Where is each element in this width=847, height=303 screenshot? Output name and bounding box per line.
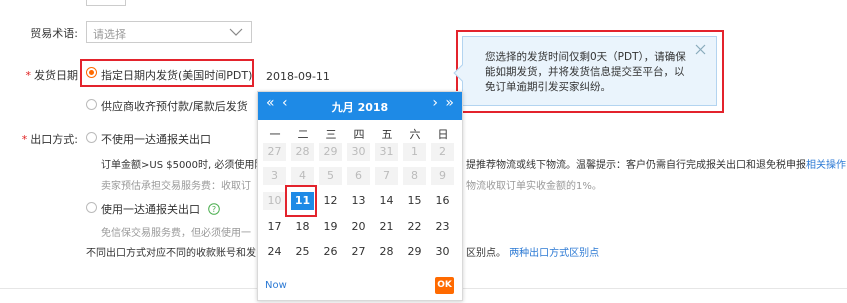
- ok-button[interactable]: OK: [435, 277, 454, 294]
- calendar-day[interactable]: 29: [403, 243, 426, 261]
- calendar-day[interactable]: 14: [375, 192, 398, 210]
- ship-date-option2-label[interactable]: 供应商收齐预付款/尾款后发货: [101, 98, 248, 114]
- calendar-day[interactable]: 23: [431, 218, 454, 236]
- calendar-day[interactable]: 25: [291, 243, 314, 261]
- calendar-day: 2: [431, 143, 454, 161]
- weekday-header: 六: [409, 128, 421, 141]
- calendar-day[interactable]: 26: [319, 243, 342, 261]
- calendar-day[interactable]: 12: [319, 192, 342, 210]
- calendar-day[interactable]: 18: [291, 218, 314, 236]
- calendar-day[interactable]: 28: [375, 243, 398, 261]
- ship-date-input[interactable]: 2018-09-11: [257, 63, 463, 89]
- calendar-day: 29: [319, 143, 342, 161]
- calendar-day: 1: [403, 143, 426, 161]
- export-option1-radio[interactable]: [86, 132, 97, 143]
- calendar-day: 7: [375, 167, 398, 185]
- calendar-day: 5: [319, 167, 342, 185]
- calendar-day: 27: [263, 143, 286, 161]
- calendar-day[interactable]: 21: [375, 218, 398, 236]
- calendar-day[interactable]: 17: [263, 218, 286, 236]
- help-circle-icon[interactable]: ?: [207, 202, 220, 218]
- calendar-day: 30: [347, 143, 370, 161]
- double-chevron-right-icon[interactable]: »: [445, 95, 454, 111]
- close-icon[interactable]: [695, 44, 706, 58]
- calendar-day[interactable]: 20: [347, 218, 370, 236]
- chevron-down-icon: [229, 25, 243, 42]
- footnote-b: 区别点。 两种出口方式区别点: [466, 248, 600, 259]
- weekday-header: 二: [297, 128, 309, 141]
- calendar-day: 10: [263, 192, 286, 210]
- export-option1-desc-b: 提推荐物流或线下物流。温馨提示：客户仍需自行完成报关出口和退免税申报相关操作: [466, 160, 846, 171]
- ship-date-option1-label[interactable]: 指定日期内发货(美国时间PDT): [101, 67, 252, 83]
- weekday-header: 日: [437, 128, 449, 141]
- calendar-day: 4: [291, 167, 314, 185]
- svg-text:?: ?: [211, 205, 215, 214]
- ship-date-value: 2018-09-11: [266, 70, 330, 83]
- export-option1-desc-a: 订单金额>US $5000时, 必须使用阿: [101, 160, 265, 171]
- export-option2-radio[interactable]: [86, 202, 97, 213]
- export-option2-label[interactable]: 使用一达通报关出口 ?: [101, 201, 220, 218]
- calendar-day: 31: [375, 143, 398, 161]
- calendar-day[interactable]: 13: [347, 192, 370, 210]
- weekday-header: 一: [269, 128, 281, 141]
- ship-date-label: * 发货日期: [25, 69, 79, 82]
- calendar-day: 8: [403, 167, 426, 185]
- calendar-day: 9: [431, 167, 454, 185]
- tooltip-text: 您选择的发货时间仅剩0天（PDT），请确保能如期发货，并将发货信息提交至平台，以…: [485, 51, 686, 93]
- calendar-day: 28: [291, 143, 314, 161]
- selected-day-highlight: [285, 185, 317, 217]
- export-option2-desc: 免信保交易服务费，但必须使用一: [101, 228, 251, 239]
- trade-terms-select[interactable]: 请选择: [86, 21, 252, 43]
- calendar-day[interactable]: 15: [403, 192, 426, 210]
- prev-field-edge: [86, 0, 126, 6]
- calendar-day[interactable]: 16: [431, 192, 454, 210]
- calendar-month-title: 九月 2018: [331, 101, 389, 114]
- chevron-right-icon[interactable]: ›: [432, 95, 438, 111]
- export-option1-label[interactable]: 不使用一达通报关出口: [101, 131, 211, 147]
- weekday-header: 四: [353, 128, 365, 141]
- export-option1-fee-b: 物流收取订单实收金额的1%。: [466, 181, 602, 192]
- calendar-day[interactable]: 22: [403, 218, 426, 236]
- export-option1-fee-a: 卖家预估承担交易服务费：收取订: [101, 181, 251, 192]
- weekday-header: 五: [381, 128, 393, 141]
- calendar-header: « ‹ 九月 2018 › »: [258, 92, 462, 120]
- difference-link[interactable]: 两种出口方式区别点: [509, 248, 599, 259]
- deadline-tooltip: 您选择的发货时间仅剩0天（PDT），请确保能如期发货，并将发货信息提交至平台，以…: [453, 36, 717, 106]
- trade-terms-label: 贸易术语:: [30, 27, 78, 40]
- calendar-day[interactable]: 19: [319, 218, 342, 236]
- trade-terms-placeholder: 请选择: [93, 28, 126, 41]
- weekday-header: 三: [325, 128, 337, 141]
- calendar-day: 3: [263, 167, 286, 185]
- export-label: * 出口方式:: [21, 133, 78, 146]
- footnote-a: 不同出口方式对应不同的收款账号和发: [86, 248, 256, 259]
- calendar-day: 6: [347, 167, 370, 185]
- now-button[interactable]: Now: [265, 280, 287, 291]
- calendar-footer: Now OK: [258, 272, 462, 300]
- ship-date-option1-radio[interactable]: [86, 67, 97, 78]
- related-ops-link[interactable]: 相关操作: [806, 160, 846, 171]
- calendar-day[interactable]: 24: [263, 243, 286, 261]
- ship-date-option2-radio[interactable]: [86, 99, 97, 110]
- calendar-day[interactable]: 27: [347, 243, 370, 261]
- calendar-day[interactable]: 30: [431, 243, 454, 261]
